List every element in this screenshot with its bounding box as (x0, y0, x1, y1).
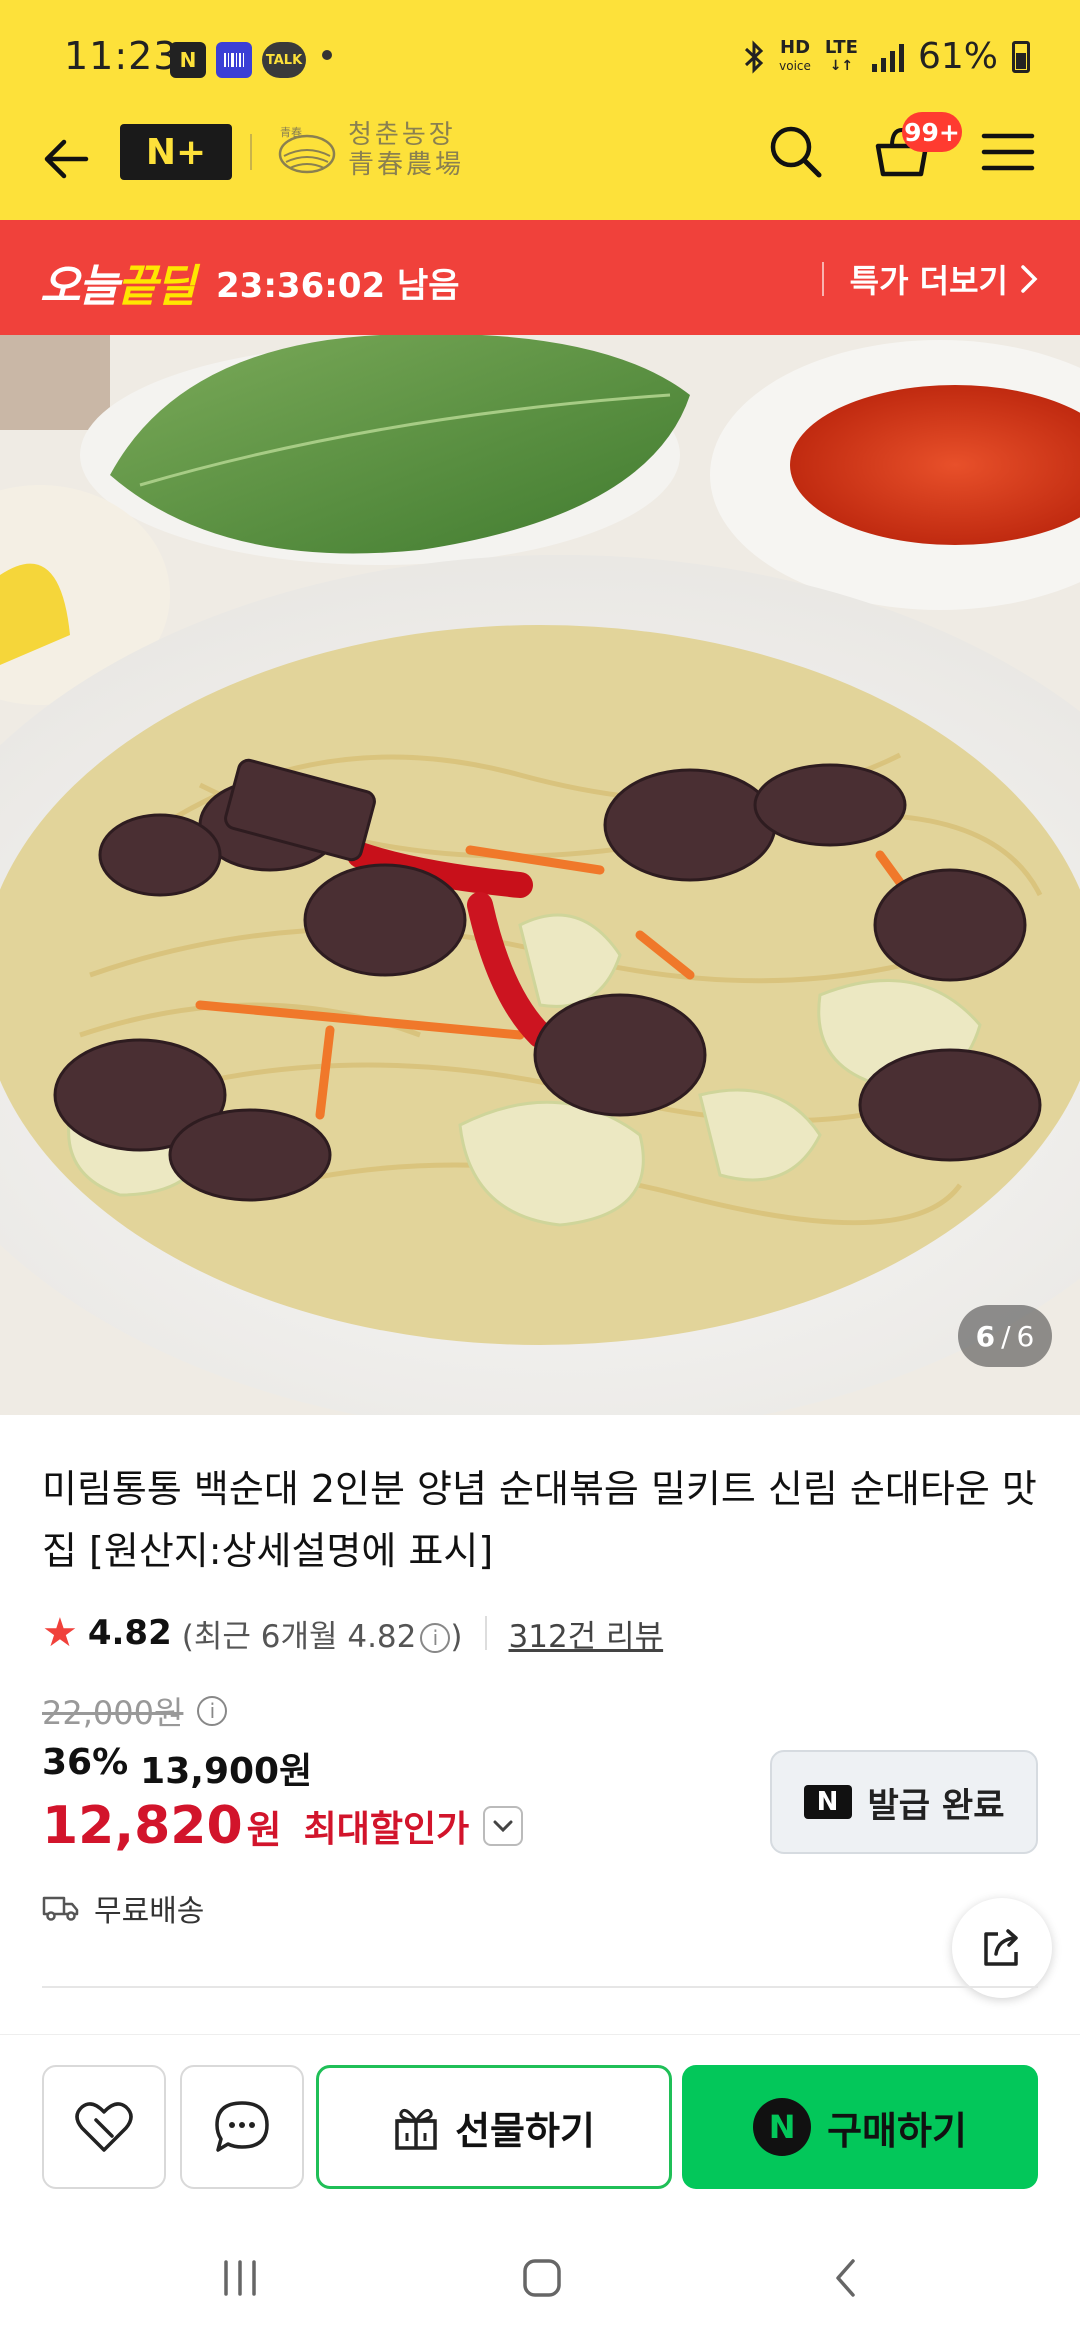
final-price: 12,820 (42, 1796, 243, 1856)
barcode-notification-icon (216, 42, 252, 78)
final-price-row: 12,820 원 최대할인가 (42, 1796, 524, 1856)
price-info-icon[interactable]: i (197, 1696, 228, 1726)
chat-icon (215, 2101, 269, 2152)
final-price-unit: 원 (246, 1807, 282, 1852)
back-arrow-icon[interactable] (36, 129, 96, 189)
deal-divider (821, 262, 824, 296)
lte-indicator: LTE ↓↑ (824, 36, 858, 74)
kakaotalk-notification-icon: TALK (262, 42, 306, 78)
farm-name[interactable]: 청춘농장 青春農場 (348, 120, 464, 180)
naver-pay-icon: N (753, 2098, 812, 2156)
farm-name-korean: 청춘농장 (348, 120, 456, 150)
star-icon: ★ (42, 1610, 78, 1656)
today-deal-banner[interactable]: 오늘끝딜 23:36:02 남음 특가 더보기 (0, 220, 1080, 335)
chevron-down-icon[interactable] (483, 1806, 524, 1846)
rating-divider (484, 1616, 487, 1650)
system-back-icon[interactable] (816, 2248, 876, 2308)
chevron-right-icon (1021, 265, 1038, 293)
rating-score: 4.82 (87, 1613, 172, 1653)
gift-icon (395, 2108, 437, 2150)
rating-row: ★ 4.82 (최근 6개월 4.82 i) 312건 리뷰 (42, 1608, 663, 1658)
coupon-issued-button[interactable]: N 발급 완료 (770, 1750, 1038, 1854)
svg-text:青春: 青春 (280, 126, 302, 139)
farm-name-hanja: 青春農場 (348, 150, 465, 180)
more-deals-link[interactable]: 특가 더보기 (821, 256, 1038, 302)
menu-icon[interactable] (976, 120, 1040, 184)
signal-icon (871, 42, 904, 72)
image-counter: 6/6 (958, 1305, 1052, 1367)
status-time: 11:23 (64, 34, 179, 78)
shipping-label: 무료배송 (94, 1894, 205, 1929)
status-bar: 11:23 N TALK HD voice LTE ↓↑ 61% (0, 0, 1080, 115)
original-price-row: 22,000원 i (42, 1688, 228, 1734)
battery-icon (1012, 40, 1030, 73)
wishlist-button[interactable] (42, 2065, 166, 2189)
review-count-link[interactable]: 312건 리뷰 (509, 1611, 664, 1656)
hd-voice-indicator: HD voice (779, 36, 811, 73)
farm-logo-icon[interactable]: 青春 (276, 124, 338, 178)
top-bar: 11:23 N TALK HD voice LTE ↓↑ 61% N+ 青春 청… (0, 0, 1080, 220)
naver-n-icon: N (803, 1785, 852, 1819)
buy-label: 구매하기 (827, 2108, 967, 2153)
system-nav-bar (0, 2214, 1080, 2340)
logo-divider (250, 134, 252, 170)
inquiry-button[interactable] (180, 2065, 304, 2189)
coupon-label: 발급 완료 (867, 1785, 1005, 1826)
buy-button[interactable]: N 구매하기 (682, 2065, 1038, 2189)
product-image[interactable] (0, 335, 1080, 1415)
bluetooth-icon (745, 39, 764, 74)
naver-notification-icon: N (170, 42, 206, 78)
shipping-info: 무료배송 (42, 1886, 204, 1930)
share-icon (984, 1929, 1018, 1966)
battery-percent: 61% (917, 36, 998, 77)
truck-icon (42, 1896, 79, 1921)
section-divider (42, 1986, 1038, 1988)
share-button[interactable] (952, 1898, 1052, 1998)
recent-apps-icon[interactable] (210, 2248, 270, 2308)
gift-button[interactable]: 선물하기 (316, 2065, 672, 2189)
home-icon[interactable] (512, 2248, 572, 2308)
heart-icon (75, 2102, 133, 2152)
cart-count-badge: 99+ (902, 112, 962, 152)
recent-rating: (최근 6개월 4.82 i) (181, 1618, 463, 1655)
discount-rate: 36% (42, 1742, 129, 1783)
product-photo-illustration (0, 335, 1080, 1415)
info-icon[interactable]: i (420, 1623, 451, 1653)
discount-row: 36% 13,900원 (42, 1742, 312, 1794)
original-price: 22,000원 (42, 1694, 184, 1732)
more-notifications-dot (322, 50, 332, 60)
status-right-cluster: HD voice LTE ↓↑ 61% (743, 36, 1030, 77)
bottom-action-bar: 선물하기 N 구매하기 (0, 2034, 1080, 2214)
more-deals-label: 특가 더보기 (849, 262, 1008, 300)
deal-countdown: 23:36:02 남음 (216, 266, 460, 306)
nplus-store-logo[interactable]: N+ (120, 124, 232, 180)
product-title: 미림통통 백순대 2인분 양념 순대볶음 밀키트 신림 순대타운 맛집 [원산지… (42, 1467, 1037, 1573)
gift-label: 선물하기 (455, 2108, 595, 2153)
max-discount-label: 최대할인가 (303, 1809, 470, 1850)
today-deal-logo: 오늘끝딜 (40, 261, 196, 312)
search-icon[interactable] (764, 120, 828, 184)
discount-price: 13,900원 (140, 1751, 313, 1792)
